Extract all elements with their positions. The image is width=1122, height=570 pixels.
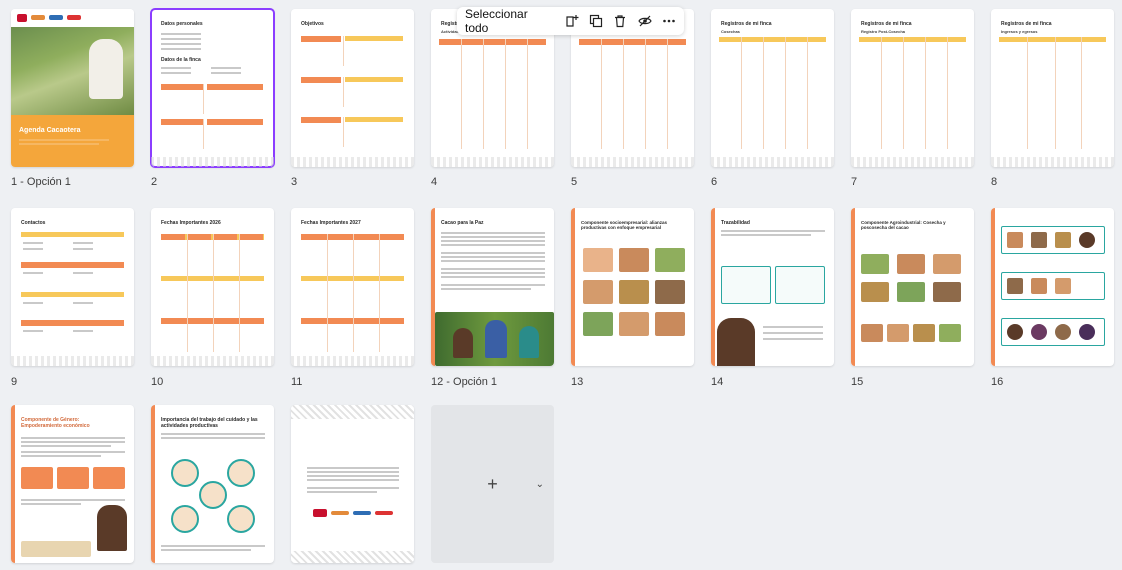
page-thumbnail-1[interactable]: Agenda Cacaotera xyxy=(11,9,134,167)
page-title: Datos personales xyxy=(161,21,203,27)
pages-grid: Agenda Cacaotera 1 - Opción 1 Datos pers… xyxy=(0,0,1122,570)
page-thumbnail-13[interactable]: Componente socioempresarial: alianzas pr… xyxy=(571,208,694,366)
page-title: Contactos xyxy=(21,220,46,226)
page-label: 4 xyxy=(431,176,438,188)
page-subtitle: Registro Post-Cosecha xyxy=(861,29,906,34)
add-page-icon[interactable] xyxy=(564,14,579,29)
page-subtitle: Datos de la finca xyxy=(161,57,201,63)
cover-title: Agenda Cacaotera xyxy=(19,127,81,134)
page-title: Componente Agroindustrial: Cosecha y pos… xyxy=(861,220,946,230)
page-label: 8 xyxy=(991,176,998,188)
page-thumbnail-19[interactable] xyxy=(291,405,414,563)
page-label: 16 xyxy=(991,376,1004,388)
page-label: 12 - Opción 1 xyxy=(431,376,498,388)
cover-footer xyxy=(11,115,134,167)
logo-icon xyxy=(31,15,45,20)
logo-icon xyxy=(17,14,27,22)
page-thumbnail-15[interactable]: Componente Agroindustrial: Cosecha y pos… xyxy=(851,208,974,366)
page-thumbnail-18[interactable]: Importancia del trabajo del cuidado y la… xyxy=(151,405,274,563)
person-figure xyxy=(453,328,473,358)
logo-icon xyxy=(375,511,393,515)
page-title: Registros de mi finca xyxy=(1001,21,1052,27)
page-thumbnail-3[interactable]: Objetivos xyxy=(291,9,414,167)
page-label: 13 xyxy=(571,376,584,388)
select-all-button[interactable]: Seleccionar todo xyxy=(465,7,550,35)
page-label: 14 xyxy=(711,376,724,388)
page-title: Registros de mi finca xyxy=(721,21,772,27)
page-title: Componente de Género: Empoderamiento eco… xyxy=(21,417,90,429)
page-label: 1 - Opción 1 xyxy=(11,176,71,188)
page-title: Importancia del trabajo del cuidado y la… xyxy=(161,417,258,429)
page-title: Componente socioempresarial: alianzas pr… xyxy=(581,220,668,230)
more-icon[interactable] xyxy=(662,14,676,29)
page-thumbnail-11[interactable]: Fechas Importantes 2027 xyxy=(291,208,414,366)
selection-toolbar: Seleccionar todo xyxy=(457,7,684,35)
person-figure xyxy=(97,505,127,551)
logo-icon xyxy=(313,509,327,517)
page-thumbnail-16[interactable] xyxy=(991,208,1114,366)
add-page-button[interactable]: + ⌄ xyxy=(431,405,554,563)
page-thumbnail-14[interactable]: Trazabilidad xyxy=(711,208,834,366)
page-subtitle: Ingresos y egresos xyxy=(1001,29,1038,34)
page-title: Trazabilidad xyxy=(721,220,750,226)
logo-icon xyxy=(49,15,63,20)
page-title: Fechas Importantes 2026 xyxy=(161,220,221,226)
page-title: Cacao para la Paz xyxy=(441,220,484,226)
logo-icon xyxy=(353,511,371,515)
page-title: Objetivos xyxy=(301,21,324,27)
page-thumbnail-7[interactable]: Registros de mi finca Registro Post-Cose… xyxy=(851,9,974,167)
duplicate-icon[interactable] xyxy=(589,14,603,29)
page-title: Fechas Importantes 2027 xyxy=(301,220,361,226)
page-label: 9 xyxy=(11,376,18,388)
page-label: 2 xyxy=(151,176,158,188)
logo-icon xyxy=(67,15,81,20)
page-label: 5 xyxy=(571,176,578,188)
page-label: 3 xyxy=(291,176,298,188)
page-label: 11 xyxy=(291,376,303,388)
logo-icon xyxy=(331,511,349,515)
person-figure xyxy=(89,39,123,99)
page-thumbnail-9[interactable]: Contactos xyxy=(11,208,134,366)
plus-icon: + xyxy=(487,473,498,494)
chevron-down-icon[interactable]: ⌄ xyxy=(536,479,544,490)
page-thumbnail-10[interactable]: Fechas Importantes 2026 xyxy=(151,208,274,366)
person-figure xyxy=(519,326,539,358)
page-label: 15 xyxy=(851,376,864,388)
page-thumbnail-2[interactable]: Datos personales Datos de la finca xyxy=(150,8,275,168)
page-thumbnail-8[interactable]: Registros de mi finca Ingresos y egresos xyxy=(991,9,1114,167)
person-figure xyxy=(485,320,507,358)
person-figure xyxy=(717,318,755,366)
page-thumbnail-17[interactable]: Componente de Género: Empoderamiento eco… xyxy=(11,405,134,563)
page-thumbnail-6[interactable]: Registros de mi finca Cosechas xyxy=(711,9,834,167)
page-label: 6 xyxy=(711,176,718,188)
page-subtitle: Cosechas xyxy=(721,29,740,34)
page-label: 10 xyxy=(151,376,164,388)
page-title: Registros de mi finca xyxy=(861,21,912,27)
page-label: 7 xyxy=(851,176,858,188)
hide-icon[interactable] xyxy=(637,14,652,29)
page-thumbnail-12[interactable]: Cacao para la Paz xyxy=(431,208,554,366)
trash-icon[interactable] xyxy=(613,14,627,29)
